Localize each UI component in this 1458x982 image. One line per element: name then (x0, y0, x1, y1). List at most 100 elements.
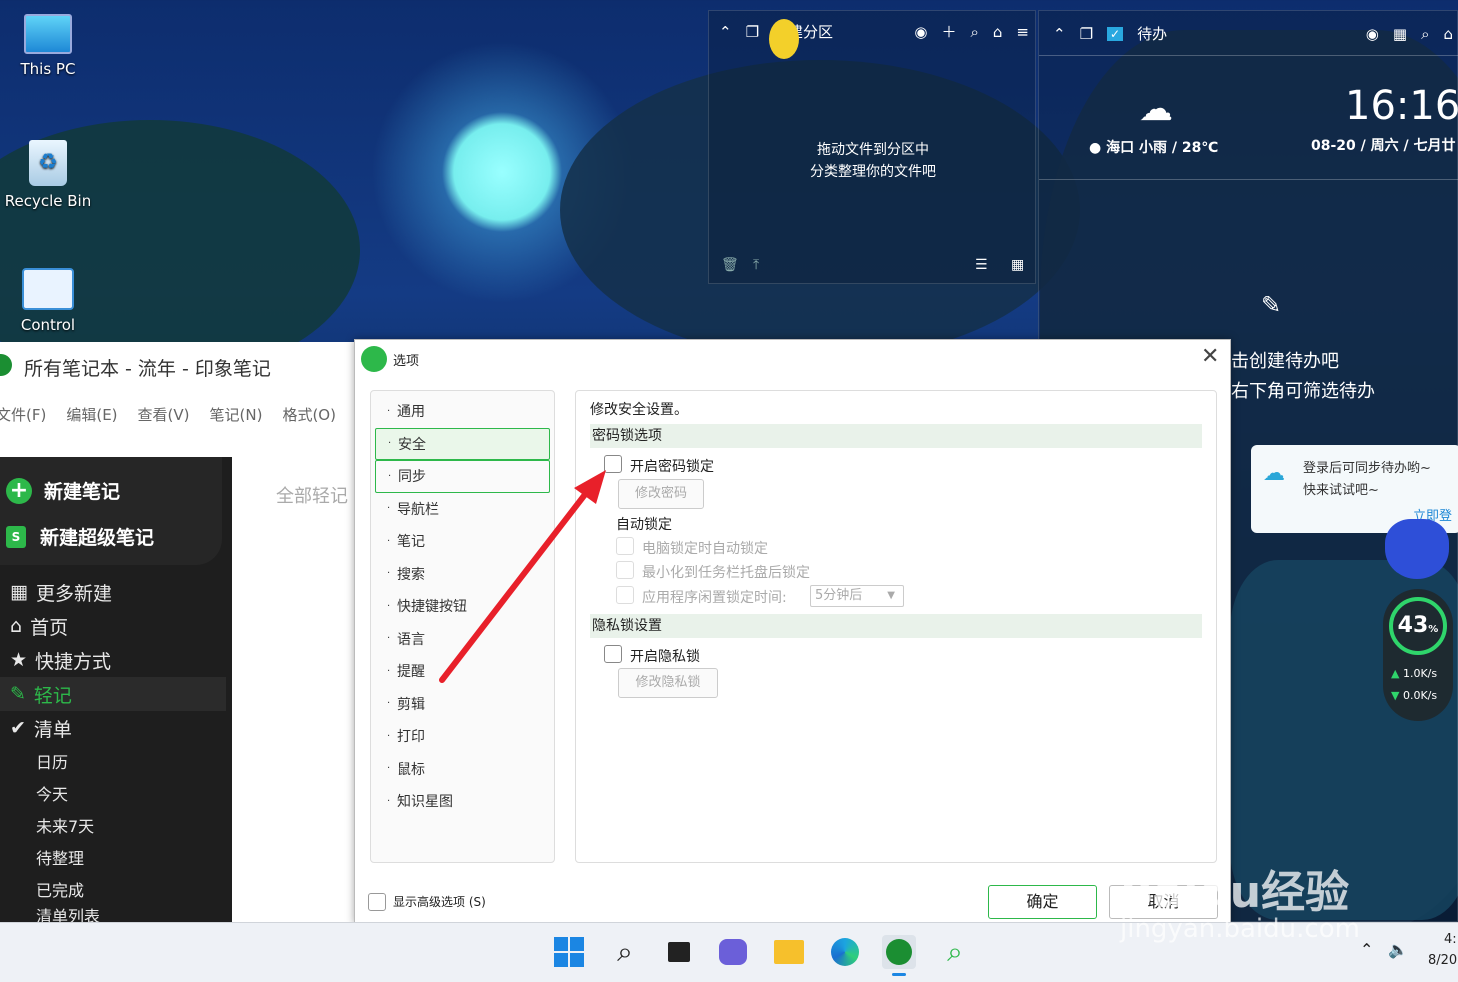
user-icon[interactable]: ◉ (1366, 25, 1379, 43)
menu-note[interactable]: 笔记(N) (210, 404, 263, 425)
lock-on-idle-label: 应用程序闲置锁定时间: (642, 590, 787, 606)
nav-quick-note[interactable]: ✎ 轻记 (0, 677, 226, 711)
ok-button[interactable]: 确定 (988, 885, 1097, 919)
nav-calendar[interactable]: 日历 (0, 745, 226, 777)
nav-label: 轻记 (33, 684, 72, 707)
menu-format[interactable]: 格式(O) (282, 404, 336, 425)
dialog-logo-icon (361, 346, 387, 372)
windows-start-icon[interactable] (552, 935, 586, 969)
taskbar-clock-time[interactable]: 4: (1444, 932, 1457, 947)
password-section-header: 密码锁选项 (590, 424, 1202, 448)
nav-security[interactable]: · 安全 (375, 427, 550, 460)
rain-cloud-icon: ☁ (1139, 89, 1173, 129)
search-icon[interactable]: ⌕ (608, 935, 642, 969)
search-icon[interactable]: ⌕ (1421, 25, 1429, 43)
evernote-logo-icon (0, 354, 12, 376)
nav-language[interactable]: · 语言 (375, 623, 550, 656)
lock-on-idle-checkbox[interactable] (616, 586, 634, 604)
control-panel-shortcut[interactable]: Control (0, 268, 96, 334)
change-password-button[interactable]: 修改密码 (618, 479, 704, 509)
change-privacy-button[interactable]: 修改隐私锁 (618, 668, 718, 698)
chat-icon[interactable] (716, 935, 750, 969)
todo-hint-2: 右下角可筛选待办 (1231, 381, 1375, 402)
panel-title: 修改安全设置。 (590, 402, 688, 418)
window-icon[interactable]: ❐ (1080, 25, 1093, 43)
recycle-bin-shortcut[interactable]: ♻ Recycle Bin (0, 140, 96, 210)
monitor-ring: 43% (1389, 597, 1447, 655)
sort-icon[interactable]: ☰ (975, 257, 988, 273)
edge-icon[interactable] (828, 935, 862, 969)
grid-icon: ▦ (10, 581, 28, 603)
nav-hotkeys[interactable]: · 快捷键按钮 (375, 590, 550, 623)
nav-mouse[interactable]: · 鼠标 (375, 753, 550, 786)
nav-todo-sort[interactable]: 待整理 (0, 841, 226, 873)
evernote-title: 所有笔记本 - 流年 - 印象笔记 (24, 358, 271, 380)
nav-print[interactable]: · 打印 (375, 720, 550, 753)
advanced-options-checkbox[interactable] (368, 893, 386, 911)
enable-password-checkbox[interactable] (604, 455, 622, 473)
this-pc-shortcut[interactable]: This PC (0, 14, 96, 78)
nav-knowledge-map[interactable]: · 知识星图 (375, 785, 550, 818)
nav-sync[interactable]: · 同步 (375, 460, 550, 493)
collapse-icon[interactable]: ⌃ (1053, 25, 1066, 43)
star-icon: ★ (10, 649, 28, 671)
idle-time-select[interactable]: 5分钟后 ▼ (810, 585, 904, 607)
tray-chevron-icon[interactable]: ⌃ (1360, 940, 1373, 959)
grid-icon[interactable]: ▦ (1011, 257, 1024, 273)
clock-date: 08-20 / 周六 / 七月廿 (1311, 138, 1456, 154)
window-icon[interactable]: ❐ (746, 23, 759, 41)
performance-monitor[interactable]: 43% ▲ 1.0K/s ▼ 0.0K/s (1383, 589, 1453, 721)
nav-label: 搜索 (397, 566, 425, 583)
close-icon[interactable]: ✕ (1201, 344, 1219, 369)
todo-title: 待办 (1137, 25, 1168, 43)
nav-next7[interactable]: 未来7天 (0, 809, 226, 841)
shirt-icon[interactable]: ⌂ (993, 23, 1003, 41)
calendar-icon[interactable]: ▦ (1393, 25, 1407, 43)
menu-file[interactable]: 文件(F) (0, 404, 46, 425)
pin-top-icon[interactable]: ⤒ (753, 257, 759, 273)
lock-on-minimize-checkbox[interactable] (616, 561, 634, 579)
new-note-button[interactable]: + 新建笔记 (6, 477, 120, 504)
enable-privacy-checkbox[interactable] (604, 645, 622, 663)
plus-icon: + (6, 477, 32, 504)
menu-view[interactable]: 查看(V) (138, 404, 190, 425)
new-super-note-button[interactable]: S 新建超级笔记 (6, 523, 154, 550)
menu-edit[interactable]: 编辑(E) (66, 404, 117, 425)
quick-search-icon[interactable]: ⌕ (938, 935, 972, 969)
pen-icon: ✎ (10, 683, 26, 705)
trash-icon[interactable]: 🗑 (721, 257, 739, 273)
nav-today[interactable]: 今天 (0, 777, 226, 809)
file-explorer-icon[interactable] (772, 935, 806, 969)
nav-search[interactable]: · 搜索 (375, 558, 550, 591)
nav-label: 更多新建 (35, 582, 112, 605)
nav-general[interactable]: · 通用 (375, 395, 550, 428)
evernote-taskbar-icon[interactable] (882, 935, 916, 969)
menu-icon[interactable]: ≡ (1016, 23, 1029, 41)
taskbar-clock-date[interactable]: 8/20 (1428, 953, 1457, 968)
nav-clip[interactable]: · 剪辑 (375, 688, 550, 721)
nav-label: 打印 (397, 729, 425, 746)
search-icon[interactable]: ⌕ (970, 23, 978, 41)
nav-label: 剪辑 (397, 696, 425, 713)
nav-label: 鼠标 (397, 761, 425, 778)
nav-navbar[interactable]: · 导航栏 (375, 493, 550, 526)
recycle-bin-icon: ♻ (29, 140, 67, 186)
nav-reminder[interactable]: · 提醒 (375, 655, 550, 688)
nav-more-new[interactable]: ▦ 更多新建 (0, 575, 226, 609)
nav-checklist[interactable]: ✔ 清单 (0, 711, 226, 745)
collapse-icon[interactable]: ⌃ (719, 23, 732, 41)
lock-on-pc-lock-checkbox[interactable] (616, 537, 634, 555)
nav-home[interactable]: ⌂ 首页 (0, 609, 226, 643)
nav-done[interactable]: 已完成 (0, 873, 226, 905)
task-view-icon[interactable] (662, 935, 696, 969)
evernote-menubar: 文件(F) 编辑(E) 查看(V) 笔记(N) 格式(O) 工 (0, 404, 371, 425)
evernote-nav: ▦ 更多新建 ⌂ 首页 ★ 快捷方式 ✎ 轻记 ✔ 清单 日历 今天 未来7天 待整理 已… (0, 575, 226, 925)
nav-notes[interactable]: · 笔记 (375, 525, 550, 558)
shirt-icon[interactable]: ⌂ (1443, 25, 1453, 43)
weather-value: 海口 小雨 / 28℃ (1106, 140, 1219, 156)
user-icon[interactable]: ◉ (914, 23, 927, 41)
nav-shortcuts[interactable]: ★ 快捷方式 (0, 643, 226, 677)
nav-label: 知识星图 (397, 794, 453, 811)
volume-icon[interactable]: 🔈 (1388, 940, 1408, 959)
add-icon[interactable]: ＋ (941, 21, 956, 42)
